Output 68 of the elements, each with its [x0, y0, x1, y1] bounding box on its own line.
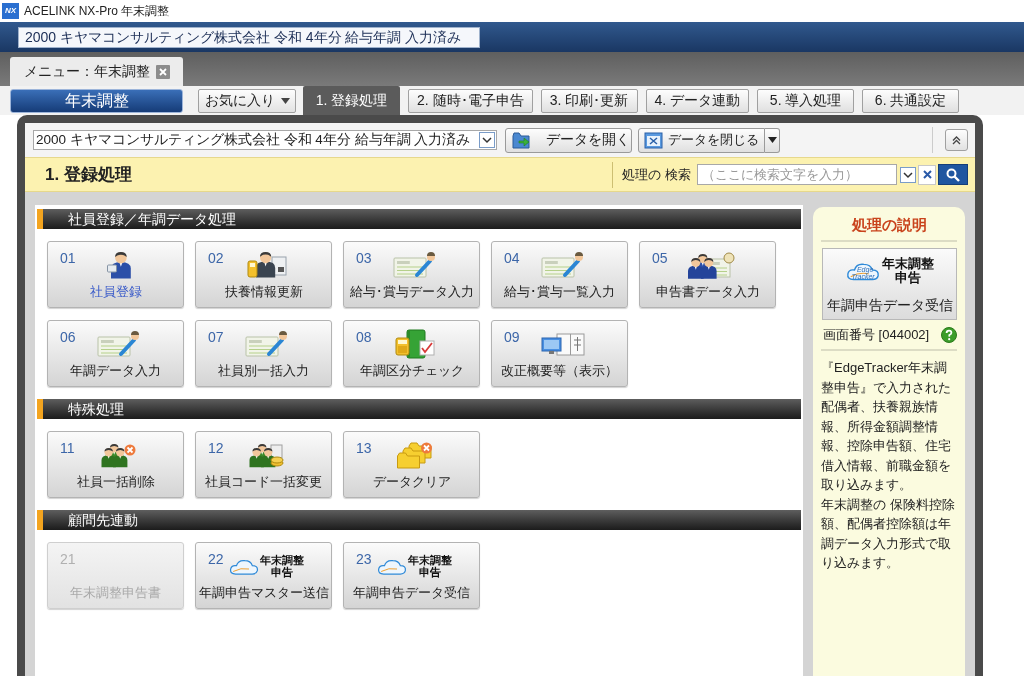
document-tab[interactable]: メニュー：年末調整	[10, 57, 183, 86]
clear-button[interactable]	[918, 164, 936, 185]
caret-down-icon	[767, 137, 777, 143]
nav-tab[interactable]: 5. 導入処理	[757, 88, 855, 113]
nav-tab[interactable]: 1. 登録処理	[303, 86, 400, 115]
search-button[interactable]	[938, 164, 968, 185]
form-and-pen-icon	[244, 330, 289, 358]
function-button[interactable]: 07 社員別一括入力	[195, 320, 332, 387]
form-and-pen-icon	[392, 251, 437, 279]
people-with-coins-icon	[248, 442, 285, 468]
people-with-cross-icon	[100, 442, 137, 468]
close-data-button[interactable]: データを閉じる	[638, 127, 765, 153]
description-paragraph: 『EdgeTracker年末調整申告』で入力された配偶者、扶養親族情報、所得金額調整情報、控除申告額、住宅借入情報、前職金額を取り込みます。	[821, 359, 952, 494]
nav-tab[interactable]: 4. データ連動	[645, 88, 750, 113]
close-window-icon	[644, 131, 664, 149]
function-button[interactable]: 02 扶養情報更新	[195, 241, 332, 308]
screen-number: 画面番号 [044002]	[823, 326, 930, 345]
caret-down-icon	[281, 97, 290, 104]
nav-tab[interactable]: 3. 印刷･更新	[540, 88, 638, 113]
search-label: 処理の 検索	[622, 165, 691, 184]
menu-button[interactable]: 年末調整	[10, 88, 183, 113]
description-paragraph: 年末調整の 保険料控除額、配偶者控除額は年調データ入力形式で取り込みます。	[821, 495, 955, 572]
collapse-button[interactable]	[945, 129, 968, 151]
company-select[interactable]: 2000 キヤマコンサルティング株式会社 令和 4年分 給与年調 入力済み	[33, 130, 497, 150]
logo-text: 年末調整 申告	[260, 554, 304, 578]
function-button[interactable]: 23 年末調整 申告 年調申告データ受信	[343, 542, 480, 609]
function-button[interactable]: 09 改正概要等（表示）	[491, 320, 628, 387]
monitor-and-book-icon	[540, 331, 585, 357]
function-button[interactable]: 04 給与･賞与一覧入力	[491, 241, 628, 308]
folders-icon	[396, 441, 433, 469]
page-heading: 1. 登録処理	[45, 163, 132, 186]
function-button[interactable]: 05 申告書データ入力	[639, 241, 776, 308]
app-logo: NX	[2, 3, 19, 19]
section-header: 顧問先連動	[37, 510, 801, 530]
double-chevron-up-icon	[952, 135, 961, 145]
calculator-and-book-icon	[394, 329, 435, 359]
company-banner: 2000 キヤマコンサルティング株式会社 令和 4年分 給与年調 入力済み	[18, 26, 480, 48]
function-button[interactable]: 11 社員一括削除	[47, 431, 184, 498]
function-button[interactable]: 08 年調区分チェック	[343, 320, 480, 387]
function-button[interactable]: 12 社員コード一括変更	[195, 431, 332, 498]
help-icon	[941, 327, 957, 343]
search-history-button[interactable]	[900, 166, 916, 183]
person-with-card-icon	[246, 251, 287, 279]
logo-text: 年末調整 申告	[881, 257, 934, 285]
nav-tab[interactable]: 2. 随時･電子申告	[408, 88, 533, 113]
person-icon	[106, 251, 131, 279]
function-button[interactable]: 22 年末調整 申告 年調申告マスター送信	[195, 542, 332, 609]
section-header: 社員登録／年調データ処理	[37, 209, 801, 229]
open-folder-icon	[512, 131, 532, 149]
function-button[interactable]: 06 年調データ入力	[47, 320, 184, 387]
form-and-pen-icon	[540, 251, 585, 279]
close-options-button[interactable]	[765, 127, 780, 153]
form-and-pen-icon	[96, 330, 141, 358]
section-header: 特殊処理	[37, 399, 801, 419]
function-button[interactable]: 01 社員登録	[47, 241, 184, 308]
clear-icon	[922, 170, 932, 179]
open-data-button[interactable]: データを開く	[505, 127, 632, 153]
nav-tab[interactable]: 6. 共通設定	[862, 88, 960, 113]
search-icon	[946, 167, 960, 182]
panel-title: 処理の説明	[850, 215, 928, 235]
people-with-form-icon	[686, 251, 735, 279]
function-button[interactable]: 03 給与･賞与データ入力	[343, 241, 480, 308]
search-field[interactable]: （ここに検索文字を入力）	[697, 164, 897, 185]
close-icon	[155, 64, 170, 79]
logo-text: 年末調整 申告	[408, 554, 452, 578]
function-button[interactable]: 13 データクリア	[343, 431, 480, 498]
favorites-dropdown[interactable]: お気に入り	[198, 88, 296, 113]
window-title: ACELINK NX-Pro 年末調整	[24, 3, 170, 20]
